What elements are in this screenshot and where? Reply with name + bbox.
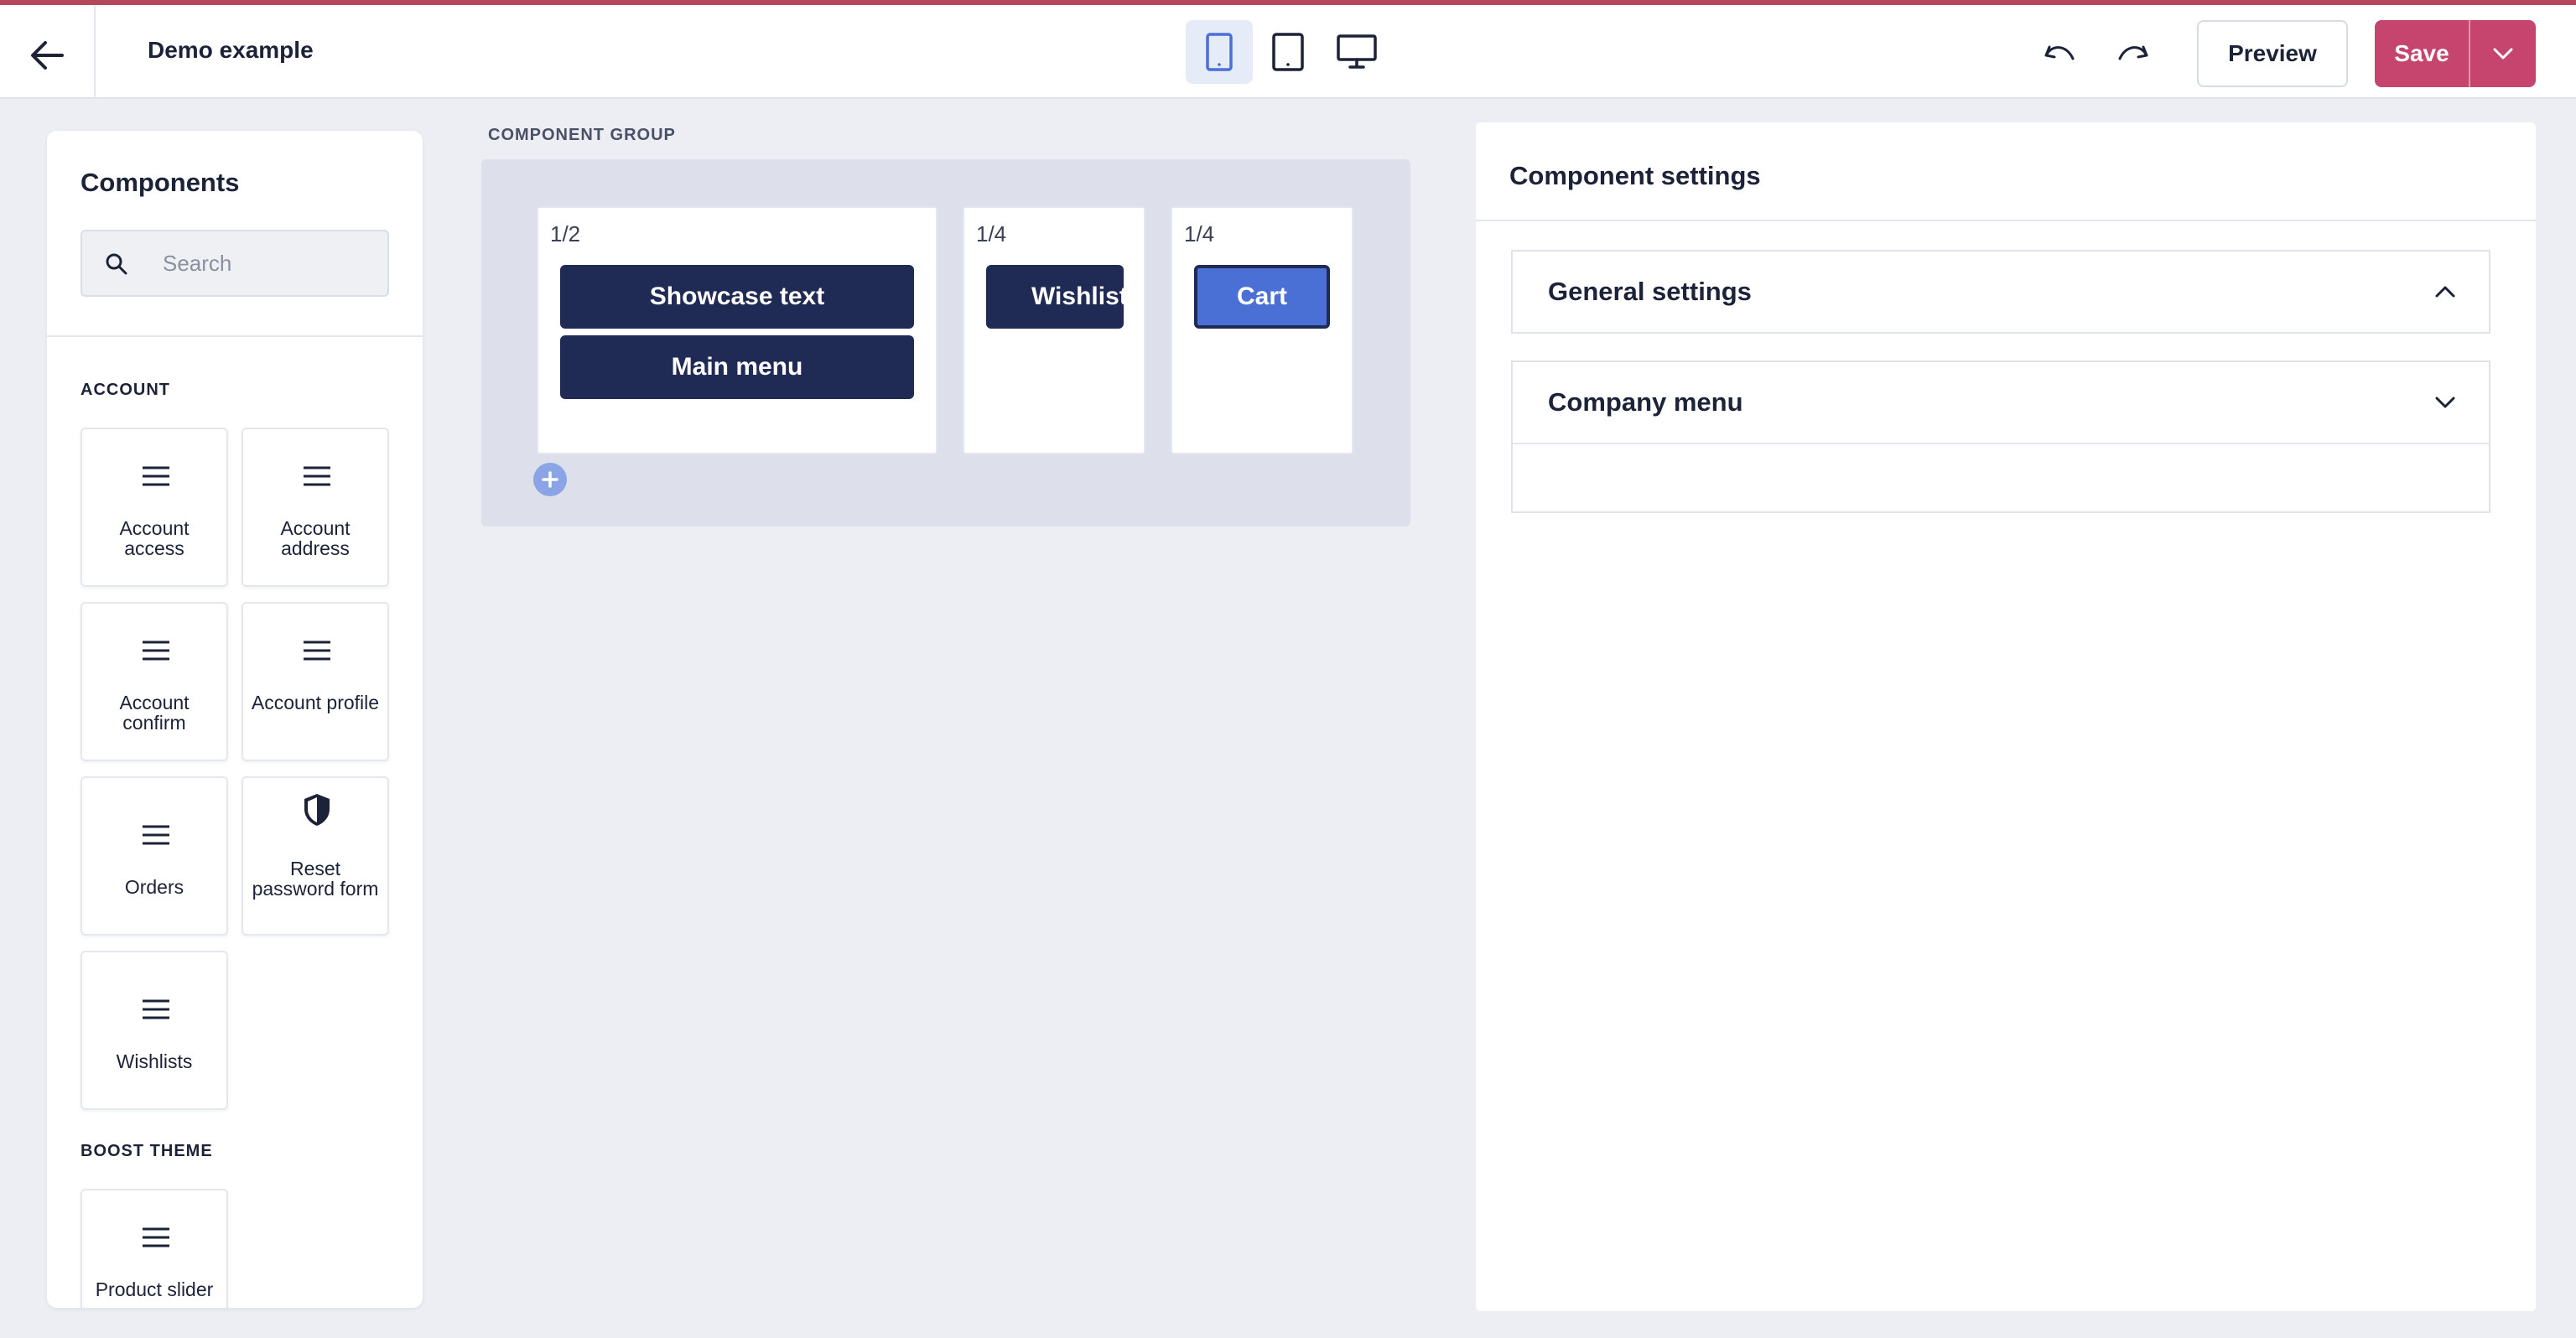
- tile-label: Account confirm: [119, 692, 190, 734]
- panel-divider: [47, 335, 423, 337]
- shield-icon: [300, 793, 334, 827]
- column-fraction: 1/4: [1184, 221, 1215, 246]
- component-tile-product-slider[interactable]: Product slider: [80, 1189, 228, 1308]
- chevron-down-icon: [2493, 48, 2513, 60]
- section-label-account: ACCOUNT: [80, 381, 170, 399]
- column-quarter[interactable]: 1/4 Wishlists: [963, 206, 1145, 454]
- accordion-header-general-settings[interactable]: General settings: [1513, 252, 2489, 332]
- undo-icon: [2044, 45, 2075, 60]
- list-icon: [139, 634, 173, 667]
- components-panel-title: Components: [80, 168, 240, 197]
- tile-label: Account access: [119, 517, 190, 559]
- tile-label: Product slider: [95, 1278, 214, 1300]
- column-fraction: 1/2: [550, 221, 581, 246]
- save-options-button[interactable]: [2469, 20, 2536, 87]
- mobile-icon: [1206, 33, 1233, 71]
- arrow-left-icon: [31, 41, 64, 70]
- preview-button[interactable]: Preview: [2197, 20, 2348, 87]
- search-input[interactable]: [163, 231, 381, 295]
- chevron-up-icon: [2430, 277, 2460, 307]
- page-title: Demo example: [148, 37, 314, 63]
- accordion-title: Company menu: [1548, 387, 1743, 417]
- settings-panel-title: Component settings: [1509, 161, 1761, 190]
- list-icon: [300, 634, 334, 667]
- header-divider: [94, 5, 96, 99]
- block-showcase-text[interactable]: Showcase text: [560, 265, 914, 329]
- component-group-label: COMPONENT GROUP: [488, 126, 676, 144]
- back-button[interactable]: [20, 29, 74, 82]
- list-icon: [139, 993, 173, 1026]
- component-tile-account-address[interactable]: Account address: [242, 428, 389, 587]
- tablet-icon: [1272, 33, 1304, 71]
- component-tile-orders[interactable]: Orders: [80, 776, 228, 936]
- section-label-boost-theme: BOOST THEME: [80, 1142, 213, 1160]
- tile-label: Reset password form: [252, 858, 379, 900]
- components-panel: Components ACCOUNT Account access Accoun…: [47, 131, 423, 1308]
- column-half[interactable]: 1/2 Showcase text Main menu: [537, 206, 937, 454]
- block-cart-selected[interactable]: Cart: [1194, 265, 1330, 329]
- save-button-group: Save: [2375, 20, 2536, 87]
- search-box: [80, 230, 389, 297]
- add-column-button[interactable]: [533, 463, 567, 496]
- top-header: Demo example Preview Save: [0, 5, 2576, 99]
- tablet-view-button[interactable]: [1254, 20, 1322, 84]
- desktop-view-button[interactable]: [1323, 20, 1390, 84]
- list-icon: [139, 459, 173, 493]
- block-main-menu[interactable]: Main menu: [560, 335, 914, 399]
- save-button[interactable]: Save: [2375, 20, 2469, 87]
- list-icon: [139, 818, 173, 852]
- list-icon: [300, 459, 334, 493]
- component-group[interactable]: 1/2 Showcase text Main menu 1/4 Wishlist…: [481, 159, 1410, 526]
- undo-button[interactable]: [2034, 29, 2085, 79]
- tile-label: Account profile: [251, 692, 380, 713]
- tile-label: Account address: [280, 517, 351, 559]
- component-tile-reset-password-form[interactable]: Reset password form: [242, 776, 389, 936]
- settings-divider: [1476, 220, 2536, 221]
- desktop-icon: [1337, 34, 1377, 69]
- tile-label: Wishlists: [116, 1050, 193, 1072]
- component-tile-account-profile[interactable]: Account profile: [242, 602, 389, 761]
- component-tile-account-confirm[interactable]: Account confirm: [80, 602, 228, 761]
- list-icon: [139, 1221, 173, 1254]
- component-tile-account-access[interactable]: Account access: [80, 428, 228, 587]
- mobile-view-button[interactable]: [1186, 20, 1253, 84]
- accordion-title: General settings: [1548, 277, 1752, 306]
- tile-label: Orders: [124, 876, 184, 898]
- block-wishlists[interactable]: Wishlists: [986, 265, 1124, 329]
- plus-icon: [542, 471, 558, 488]
- accordion-company-menu: Company menu: [1511, 360, 2490, 513]
- device-switcher: [1186, 20, 1390, 84]
- redo-button[interactable]: [2108, 29, 2158, 79]
- component-tile-wishlists[interactable]: Wishlists: [80, 951, 228, 1110]
- chevron-down-icon: [2430, 387, 2460, 417]
- redo-icon: [2118, 45, 2148, 60]
- column-fraction: 1/4: [976, 221, 1007, 246]
- search-icon: [106, 253, 127, 275]
- column-quarter[interactable]: 1/4 Cart: [1171, 206, 1353, 454]
- accordion-header-company-menu[interactable]: Company menu: [1513, 362, 2489, 443]
- accordion-general-settings: General settings: [1511, 250, 2490, 334]
- component-settings-panel: Component settings General settings Comp…: [1476, 122, 2536, 1311]
- accordion-body-divider: [1513, 443, 2489, 444]
